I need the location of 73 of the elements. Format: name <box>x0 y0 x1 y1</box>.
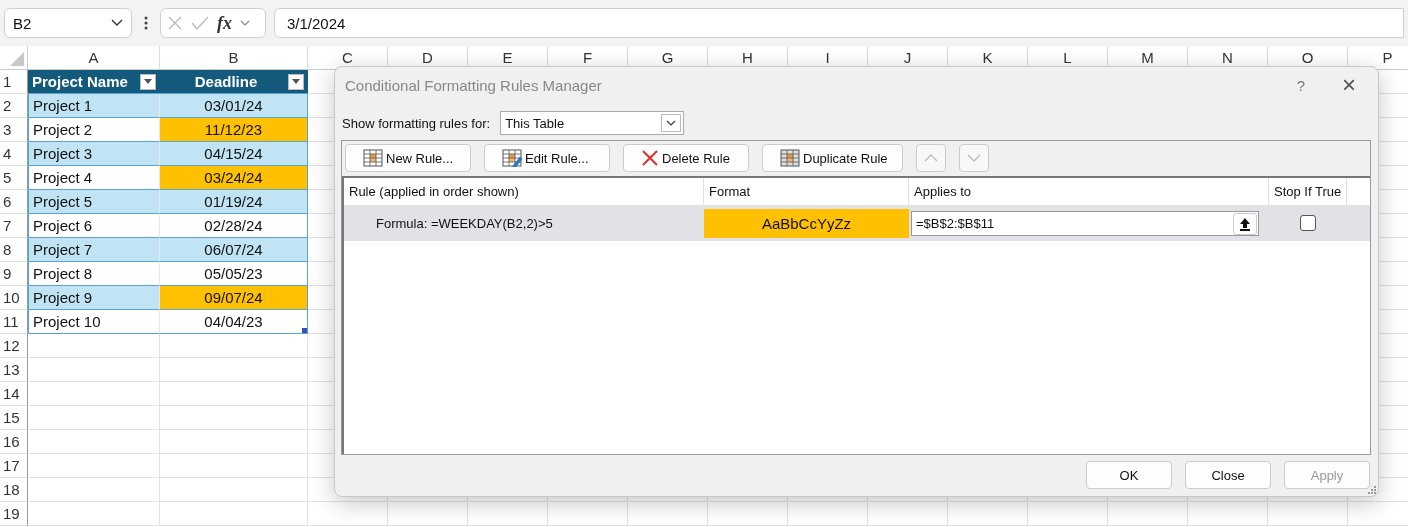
table-pencil-icon <box>502 149 522 167</box>
delete-icon <box>641 149 659 167</box>
format-preview: AaBbCcYyZz <box>704 209 909 238</box>
table-cell: 02/28/24 <box>160 214 308 238</box>
chevron-down-icon <box>240 19 250 27</box>
row-header[interactable]: 15 <box>0 406 28 430</box>
table-cell: Project 2 <box>28 118 160 142</box>
new-rule-button[interactable]: New Rule... <box>345 144 471 172</box>
applies-to-field[interactable]: =$B$2:$B$11 <box>911 211 1259 236</box>
table-cell: 04/04/23 <box>160 310 308 334</box>
column-title: Project Name <box>32 73 128 90</box>
row-header[interactable]: 18 <box>0 478 28 502</box>
cancel-icon[interactable] <box>167 15 183 31</box>
row-header[interactable]: 13 <box>0 358 28 382</box>
table-cell: 04/15/24 <box>160 142 308 166</box>
more-options-icon[interactable] <box>144 16 148 30</box>
table-cell: 01/19/24 <box>160 190 308 214</box>
dialog-button[interactable]: Close <box>1185 461 1271 489</box>
table-cell: 09/07/24 <box>160 286 308 310</box>
insert-function-button[interactable]: fx <box>217 12 232 34</box>
table-resize-handle[interactable] <box>302 328 307 333</box>
duplicate-rule-button[interactable]: Duplicate Rule <box>762 144 903 172</box>
caret-icon <box>144 79 152 84</box>
table-cell: Project 10 <box>28 310 160 334</box>
collapse-dialog-button[interactable] <box>1233 212 1257 235</box>
row-header[interactable]: 12 <box>0 334 28 358</box>
upload-arrow-icon <box>1239 216 1251 231</box>
rule-row[interactable]: Formula: =WEEKDAY(B2,2)>5 AaBbCcYyZz =$B$2:$B$11 <box>344 205 1370 241</box>
table-cell: 06/07/24 <box>160 238 308 262</box>
column-header[interactable]: B <box>160 46 308 70</box>
row-header[interactable]: 16 <box>0 430 28 454</box>
table-cell: Project 6 <box>28 214 160 238</box>
table-cell: Project 1 <box>28 94 160 118</box>
table-cell: Project 9 <box>28 286 160 310</box>
column-header[interactable]: C <box>308 46 388 70</box>
chevron-down-icon <box>966 154 981 162</box>
table-cell: Project 5 <box>28 190 160 214</box>
show-rules-label: Show formatting rules for: <box>342 115 491 131</box>
chevron-up-icon <box>923 154 938 162</box>
filter-dropdown-button[interactable] <box>140 73 156 90</box>
table-icon <box>780 149 800 167</box>
dialog-title: Conditional Formatting Rules Manager <box>345 76 603 94</box>
resize-grip-icon[interactable] <box>1367 485 1377 495</box>
column-title: Deadline <box>193 73 259 90</box>
scope-dropdown[interactable]: This Table <box>500 111 685 135</box>
name-box[interactable]: B2 <box>4 8 132 38</box>
select-all-icon[interactable] <box>10 52 24 66</box>
table-cell: Project 7 <box>28 238 160 262</box>
table-cell: 11/12/23 <box>160 118 308 142</box>
table-cell: 03/01/24 <box>160 94 308 118</box>
formula-field[interactable]: 3/1/2024 <box>274 8 1404 38</box>
row-header[interactable]: 19 <box>0 502 28 526</box>
close-button[interactable]: × <box>1334 73 1364 97</box>
chevron-down-icon <box>666 120 677 126</box>
table-cell: Project 3 <box>28 142 160 166</box>
table-cell: 03/24/24 <box>160 166 308 190</box>
chevron-down-icon <box>111 19 123 27</box>
rule-formula: Formula: =WEEKDAY(B2,2)>5 <box>375 214 554 233</box>
table-icon <box>363 149 383 167</box>
table-cell: Project 8 <box>28 262 160 286</box>
delete-rule-button[interactable]: Delete Rule <box>623 144 749 172</box>
dialog-button[interactable]: OK <box>1086 461 1172 489</box>
edit-rule-button[interactable]: Edit Rule... <box>484 144 610 172</box>
column-header[interactable]: A <box>28 46 160 70</box>
check-icon[interactable] <box>191 15 209 31</box>
table-cell: Project 4 <box>28 166 160 190</box>
stop-if-true-checkbox[interactable] <box>1300 215 1316 231</box>
row-header[interactable]: 17 <box>0 454 28 478</box>
caret-icon <box>292 79 300 84</box>
row-header[interactable]: 14 <box>0 382 28 406</box>
filter-dropdown-button[interactable] <box>288 73 304 90</box>
table-cell: 05/05/23 <box>160 262 308 286</box>
help-button[interactable]: ? <box>1286 76 1316 94</box>
